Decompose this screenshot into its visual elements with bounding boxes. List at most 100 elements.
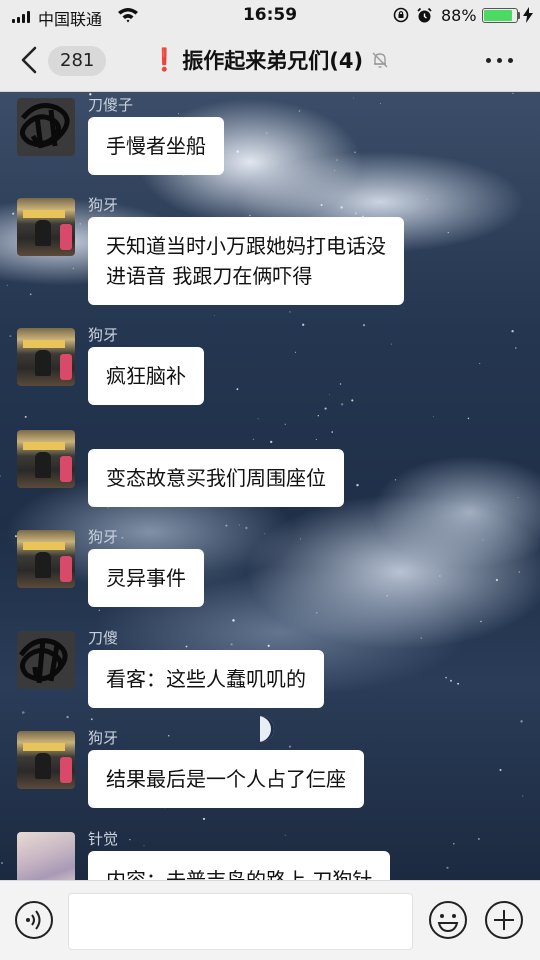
star [453,842,455,845]
star [340,206,343,209]
star [457,682,460,685]
star [236,388,239,391]
star [394,479,397,481]
star [336,159,338,161]
star [515,347,517,349]
battery-level-fill [484,10,513,21]
star [12,212,15,215]
message-bubble[interactable]: 变态故意买我们周围座位 [88,449,344,507]
sender-name: 狗牙 [88,196,119,214]
chat-header: 281 ❗ 振作起来弟兄们(4) [0,30,540,92]
star [238,524,240,526]
sender-name: 针觉 [88,830,119,848]
star [267,644,270,647]
star [225,524,228,527]
star [66,715,69,719]
star [270,440,273,444]
avatar[interactable] [17,328,75,386]
star [467,417,470,420]
star [252,438,255,441]
star [386,595,388,597]
star [9,335,12,338]
star [90,718,93,721]
message-bubble[interactable]: 天知道当时小万跟她妈打电话没 进语音 我跟刀在俩吓得 [88,217,404,305]
voice-input-icon[interactable] [14,900,54,940]
star [289,311,291,313]
star [284,423,286,425]
avatar[interactable] [17,98,75,156]
star [230,643,233,646]
star [288,745,292,748]
star [420,637,422,639]
star [266,132,268,134]
avatar[interactable] [17,430,75,488]
star [356,483,359,487]
avatar[interactable] [17,731,75,789]
avatar[interactable] [17,530,75,588]
sender-name: 狗牙 [88,528,119,546]
message-bubble[interactable]: 手慢者坐船 [88,117,224,175]
star [299,538,302,540]
message-bubble[interactable]: 内容：去普吉岛的路上 刀狗针 [88,851,391,880]
star [317,415,319,417]
star [232,619,235,622]
star [482,539,484,541]
battery-percentage: 88% [441,6,477,25]
star [339,383,342,385]
message-text-input[interactable] [68,893,413,950]
star [315,439,317,441]
star [143,845,145,847]
star [22,711,25,714]
avatar[interactable] [17,832,75,880]
star [479,362,481,365]
star [512,92,514,95]
star [98,609,100,611]
star [107,507,109,509]
star [438,575,441,577]
mute-bell-icon [372,52,388,68]
star [284,834,286,836]
message-bubble[interactable]: 疯狂脑补 [88,347,204,405]
star [334,169,336,171]
star [185,645,188,648]
battery-tip [518,12,520,19]
star [294,351,296,353]
star [29,293,32,296]
star [522,795,524,797]
status-bar: 中国联通 16:59 88% [0,0,540,30]
sender-name: 刀傻 [88,629,119,647]
star [121,536,124,539]
star [379,102,381,105]
star [324,407,327,410]
star [480,620,482,623]
chat-title-area[interactable]: ❗ 振作起来弟兄们(4) [0,45,540,77]
star [390,343,392,345]
battery-icon [482,8,518,23]
star [167,734,170,737]
star [1,862,3,864]
star [129,838,131,841]
more-options-icon[interactable] [484,52,516,68]
star [447,231,450,234]
add-attachment-icon[interactable] [484,900,524,940]
rotation-lock-icon [393,7,409,23]
star [0,475,1,477]
message-input-bar [0,880,540,960]
star [478,838,480,840]
avatar[interactable] [17,198,75,256]
emoji-icon[interactable] [428,900,468,940]
message-bubble[interactable]: 看客：这些人蠢叽叽的 [88,650,324,708]
chat-message-list[interactable]: 刀傻子 手慢者坐船 狗牙 天知道当时小万跟她妈打电话没 进语音 我跟刀在俩吓得 … [0,92,540,880]
star [329,394,330,396]
star [517,496,519,498]
star [354,212,357,215]
warning-mark-icon: ❗ [150,47,179,73]
star [264,533,266,535]
star [518,571,520,573]
star [354,151,356,154]
message-bubble[interactable]: 结果最后是一个人占了仨座 [88,750,364,808]
star [245,526,248,530]
message-bubble[interactable]: 灵异事件 [88,549,204,607]
avatar[interactable] [17,631,75,689]
star [495,578,499,582]
